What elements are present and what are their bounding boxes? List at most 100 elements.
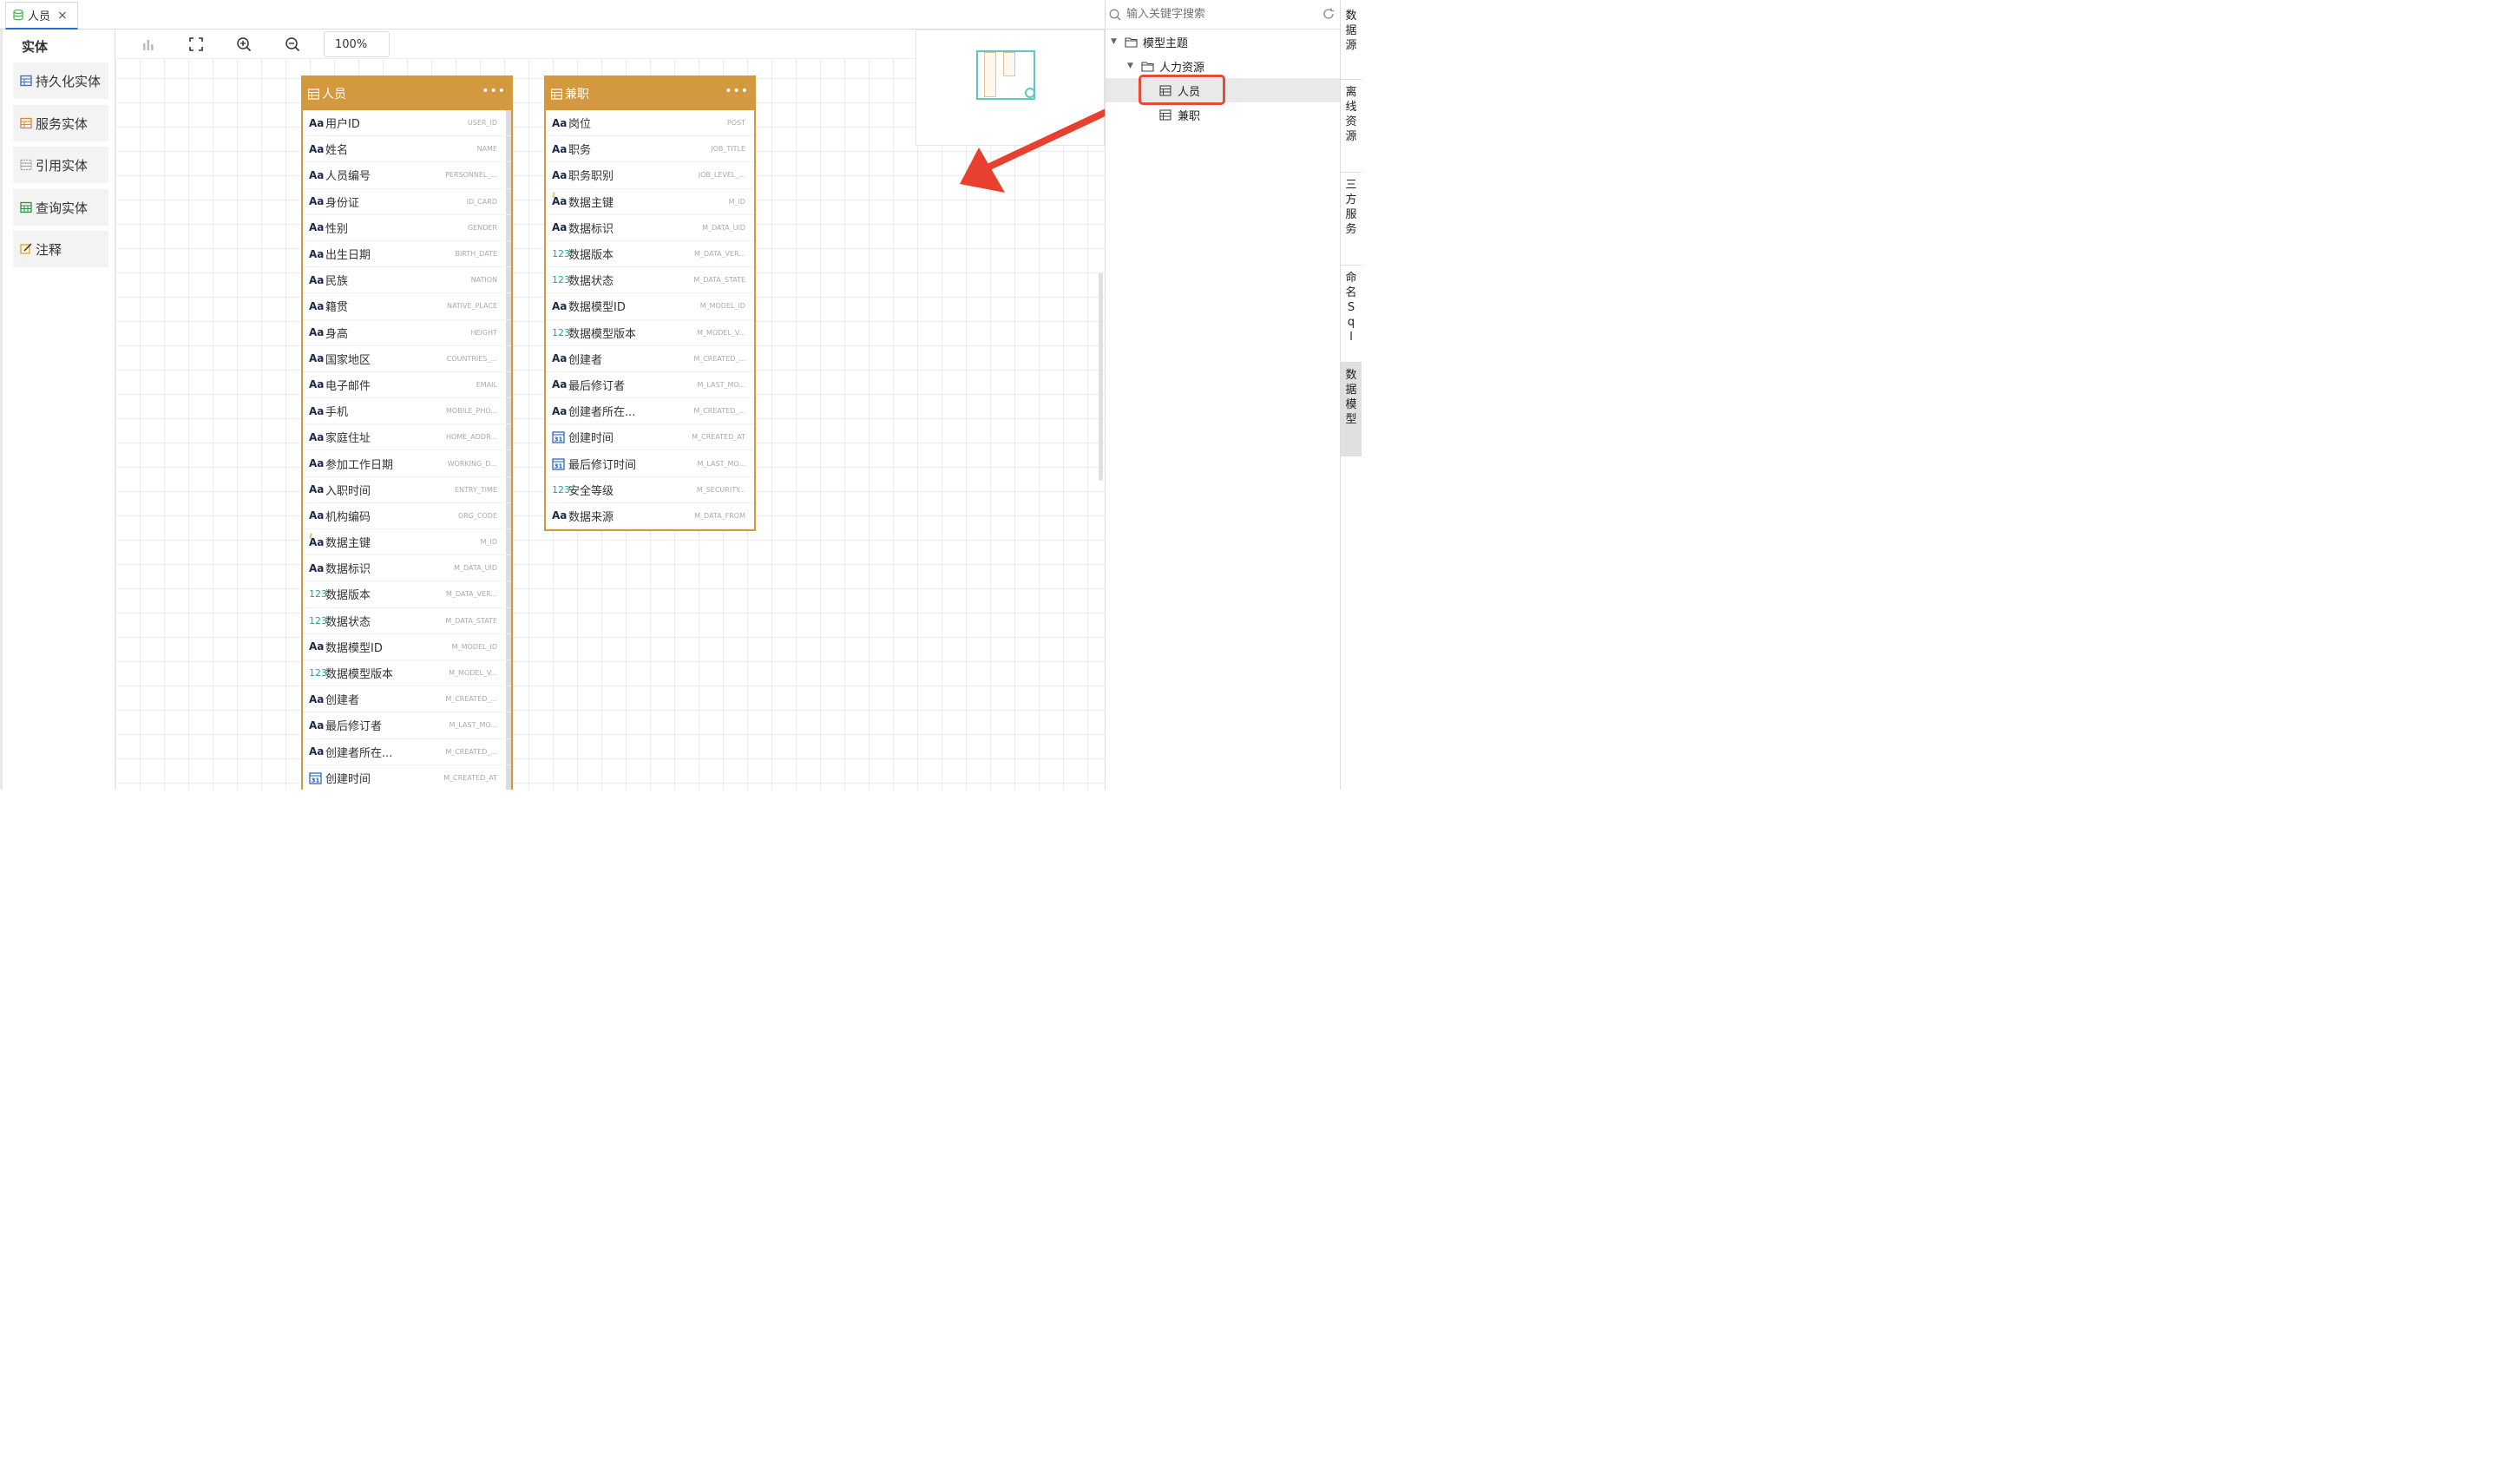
entity-field-row[interactable]: Aa 创建者 M_CREATED_... — [303, 686, 511, 713]
caret-down-icon[interactable]: ▼ — [1111, 37, 1119, 46]
field-code: M_MODEL_ID — [451, 642, 497, 651]
text-type-icon: Aa — [309, 430, 325, 443]
palette-item-reference-entity[interactable]: 引用实体 — [13, 147, 108, 183]
folder-icon — [1141, 61, 1154, 72]
field-name: 数据状态 — [325, 615, 371, 629]
entity-field-row[interactable]: 31 最后修订时间 M_LAST_MO... — [546, 450, 754, 477]
entity-card-people[interactable]: 人员 ••• Aa 用户ID USER_ID Aa 姓名 NAME Aa 人员编号 PERSON… — [301, 75, 513, 790]
text-type-icon: Aa — [309, 142, 325, 155]
entity-field-row[interactable]: Aa 最后修订者 M_LAST_MO... — [303, 712, 511, 739]
entity-field-row[interactable]: Aa 参加工作日期 WORKING_D... — [303, 450, 511, 477]
entity-field-row[interactable]: Aa 民族 NATION — [303, 267, 511, 294]
entity-field-row[interactable]: Aa 最后修订者 M_LAST_MO... — [546, 372, 754, 399]
entity-field-row[interactable]: 123 数据版本 M_DATA_VER... — [303, 581, 511, 608]
entity-field-row[interactable]: Aa ⚷ 数据主键 M_ID — [303, 529, 511, 556]
tree-node-model-topic[interactable]: ▼ 模型主题 — [1111, 30, 1188, 54]
entity-field-row[interactable]: Aa 创建者 M_CREATED_... — [546, 346, 754, 372]
entity-field-row[interactable]: Aa 数据模型ID M_MODEL_ID — [303, 634, 511, 660]
palette-item-service-entity[interactable]: 服务实体 — [13, 105, 108, 141]
vertical-tab-1[interactable]: 离线资源 — [1341, 80, 1362, 173]
entity-card-part-time[interactable]: 兼职 ••• Aa 岗位 POST Aa 职务 JOB_TITLE Aa 职务职别 JOB_LE… — [544, 75, 756, 531]
text-type-icon: Aa — [552, 352, 568, 365]
canvas-scrollbar[interactable] — [1099, 272, 1103, 481]
close-icon[interactable]: × — [57, 10, 68, 22]
entity-field-row[interactable]: 123 数据版本 M_DATA_VER... — [546, 241, 754, 268]
vertical-tab-0[interactable]: 数据源 — [1341, 3, 1362, 80]
field-name: 参加工作日期 — [325, 458, 394, 472]
entity-field-row[interactable]: Aa 创建者所在... M_CREATED_... — [303, 739, 511, 765]
palette-item-persistent-entity[interactable]: 持久化实体 — [13, 62, 108, 99]
field-code: M_CREATED_... — [693, 407, 745, 416]
tree-node-part-time[interactable]: 兼职 — [1159, 102, 1200, 127]
entity-field-row[interactable]: Aa 创建者所在... M_CREATED_... — [546, 398, 754, 425]
entity-field-row[interactable]: Aa 姓名 NAME — [303, 136, 511, 163]
entity-field-row[interactable]: Aa 岗位 POST — [546, 110, 754, 137]
field-code: EMAIL — [476, 380, 497, 389]
number-type-icon: 123 — [309, 614, 327, 627]
entity-field-row[interactable]: 123 数据状态 M_DATA_STATE — [546, 267, 754, 294]
entity-header[interactable]: 兼职 ••• — [546, 77, 754, 110]
fullscreen-icon[interactable] — [188, 36, 204, 52]
text-type-icon: Aa — [309, 247, 325, 260]
entity-field-row[interactable]: Aa 人员编号 PERSONNEL_... — [303, 162, 511, 189]
entity-field-row[interactable]: Aa 手机 MOBILE_PHO... — [303, 398, 511, 425]
caret-down-icon[interactable]: ▼ — [1127, 62, 1136, 70]
entity-field-row[interactable]: Aa 用户ID USER_ID — [303, 110, 511, 137]
entity-field-row[interactable]: Aa 性别 GENDER — [303, 215, 511, 241]
date-type-icon: 31 — [309, 771, 325, 784]
entity-field-row[interactable]: Aa 家庭住址 HOME_ADDR... — [303, 424, 511, 451]
zoom-level-input[interactable]: 100% — [324, 31, 390, 57]
tab-label: 人员 — [28, 10, 51, 23]
palette-item-label: 服务实体 — [36, 115, 89, 132]
text-type-icon: Aa — [552, 299, 568, 312]
model-tree-panel: ▼ 模型主题 ▼ 人力资源 人员 兼职 — [1105, 0, 1341, 790]
entity-field-row[interactable]: 123 数据模型版本 M_MODEL_V... — [303, 660, 511, 687]
entity-field-row[interactable]: Aa 出生日期 BIRTH_DATE — [303, 241, 511, 268]
text-type-icon: Aa — [552, 509, 568, 522]
entity-field-row[interactable]: Aa 入职时间 ENTRY_TIME — [303, 477, 511, 503]
field-code: M_CREATED_... — [445, 695, 497, 704]
field-name: 入职时间 — [325, 484, 371, 498]
refresh-icon[interactable] — [1322, 8, 1335, 20]
tab-people[interactable]: 人员 × — [5, 2, 78, 30]
vertical-tab-2[interactable]: 三方服务 — [1341, 173, 1362, 266]
entity-field-row[interactable]: 31 创建时间 M_CREATED_AT — [303, 765, 511, 790]
entity-field-row[interactable]: Aa 数据模型ID M_MODEL_ID — [546, 293, 754, 320]
entity-field-row[interactable]: Aa 数据标识 M_DATA_UID — [303, 555, 511, 582]
palette-item-annotation[interactable]: 注释 — [13, 231, 108, 267]
entity-field-row[interactable]: Aa 数据标识 M_DATA_UID — [546, 215, 754, 241]
number-type-icon: 123 — [552, 248, 570, 260]
entity-field-row[interactable]: Aa 身份证 ID_CARD — [303, 189, 511, 215]
entity-field-row[interactable]: Aa 身高 HEIGHT — [303, 320, 511, 346]
entity-field-row[interactable]: 123 数据模型版本 M_MODEL_V... — [546, 320, 754, 346]
entity-field-row[interactable]: Aa ⚷ 数据主键 M_ID — [546, 189, 754, 215]
entity-field-row[interactable]: Aa 电子邮件 EMAIL — [303, 372, 511, 399]
more-icon[interactable]: ••• — [482, 85, 506, 97]
entity-field-row[interactable]: Aa 籍贯 NATIVE_PLACE — [303, 293, 511, 320]
entity-field-row[interactable]: Aa 数据来源 M_DATA_FROM — [546, 503, 754, 529]
entity-field-row[interactable]: Aa 职务 JOB_TITLE — [546, 136, 754, 163]
entity-field-row[interactable]: Aa 国家地区 COUNTRIES_... — [303, 346, 511, 372]
field-name: 人员编号 — [325, 170, 371, 184]
zoom-in-icon[interactable] — [236, 36, 252, 52]
text-type-icon: Aa — [309, 561, 325, 574]
entity-field-row[interactable]: 123 数据状态 M_DATA_STATE — [303, 608, 511, 634]
text-type-icon: Aa — [552, 142, 568, 155]
more-icon[interactable]: ••• — [725, 85, 749, 97]
text-type-icon: Aa — [309, 195, 325, 208]
bar-chart-icon[interactable] — [141, 36, 156, 52]
field-code: M_DATA_UID — [454, 564, 497, 573]
entity-field-row[interactable]: 123 安全等级 M_SECURITY... — [546, 477, 754, 503]
field-code: M_LAST_MO... — [449, 721, 497, 730]
entity-field-row[interactable]: Aa 职务职别 JOB_LEVEL_... — [546, 162, 754, 189]
field-name: 出生日期 — [325, 249, 371, 263]
tree-search-input[interactable] — [1126, 8, 1300, 21]
vertical-tab-3[interactable]: 命名Sql — [1341, 266, 1362, 363]
zoom-out-icon[interactable] — [285, 36, 300, 52]
palette-item-query-entity[interactable]: 查询实体 — [13, 189, 108, 226]
entity-field-row[interactable]: 31 创建时间 M_CREATED_AT — [546, 424, 754, 451]
field-code: M_DATA_VER... — [694, 250, 745, 259]
vertical-tab-4[interactable]: 数据模型 — [1341, 363, 1362, 456]
entity-header[interactable]: 人员 ••• — [303, 77, 511, 110]
entity-field-row[interactable]: Aa 机构编码 ORG_CODE — [303, 503, 511, 529]
